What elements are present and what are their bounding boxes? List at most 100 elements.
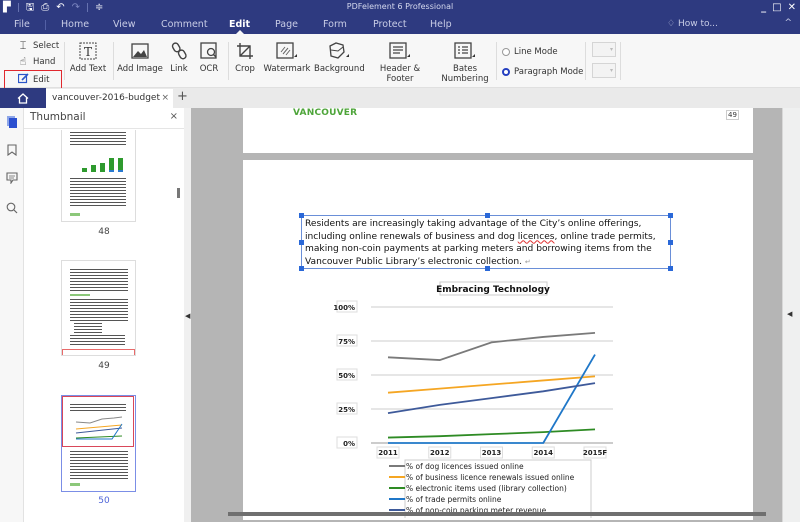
divider (585, 42, 586, 80)
horizontal-scrollbar[interactable] (228, 512, 766, 516)
tab-protect[interactable]: Protect (373, 19, 407, 30)
thumbnail-text-block (70, 269, 128, 291)
close-tab-icon[interactable]: × (161, 89, 169, 107)
resize-handle[interactable] (299, 266, 304, 271)
paragraph-text[interactable]: Residents are increasingly taking advant… (302, 216, 670, 268)
vancouver-logo: VANCOUVER (293, 108, 358, 118)
tab-edit[interactable]: Edit (229, 19, 250, 30)
x-tick-label: 2015F (583, 449, 607, 457)
thumbnail-panel-header: Thumbnail × (24, 108, 184, 129)
bates-numbering-button[interactable]: Bates Numbering (441, 40, 489, 84)
bates-numbering-label: Bates Numbering (441, 64, 489, 84)
resize-handle[interactable] (299, 213, 304, 218)
close-panel-icon[interactable]: × (170, 111, 178, 122)
resize-handle[interactable] (668, 213, 673, 218)
header-footer-icon (368, 40, 432, 62)
how-to-button[interactable]: ♢ How to... (667, 19, 718, 29)
hand-icon: ☝ (19, 55, 27, 68)
watermark-button[interactable]: Watermark (262, 40, 312, 74)
thumbnail-page-48[interactable] (61, 130, 136, 222)
crop-label: Crop (235, 64, 255, 74)
close-icon[interactable]: ✕ (788, 0, 796, 15)
page-50: Residents are increasingly taking advant… (243, 160, 753, 520)
thumbnail-text-block (70, 451, 128, 479)
pdfelement-window: ▛ 🖫 ⎙ ↶ ↷ ≑ PDFelement 6 Professional _ … (0, 0, 800, 522)
tab-page[interactable]: Page (275, 19, 298, 30)
thumbnail-panel-title: Thumbnail (30, 111, 86, 123)
y-tick-label: 50% (338, 372, 355, 380)
resize-handle[interactable] (668, 266, 673, 271)
tab-view[interactable]: View (113, 19, 136, 30)
background-label: Background (314, 64, 365, 74)
collapse-ribbon-button[interactable]: ^ (784, 18, 792, 28)
maximize-icon[interactable]: □ (772, 0, 781, 15)
tab-comment[interactable]: Comment (161, 19, 208, 30)
document-tab-title: vancouver-2016-budget (52, 93, 160, 103)
add-text-button[interactable]: T Add Text (68, 40, 108, 74)
link-button[interactable]: Link (166, 40, 192, 74)
divider (113, 42, 114, 80)
alignment-dropdown[interactable]: ▾ (592, 42, 616, 57)
radio-checked-icon (502, 68, 510, 76)
thumbnail-page-50[interactable] (61, 395, 136, 492)
comment-icon[interactable] (6, 172, 18, 184)
y-tick-label: 25% (338, 406, 355, 414)
resize-handle[interactable] (299, 240, 304, 245)
tab-form[interactable]: Form (323, 19, 347, 30)
hand-label: Hand (33, 56, 56, 67)
spacing-dropdown[interactable]: ▾ (592, 63, 616, 78)
thumbnail-scrollbar[interactable] (177, 188, 180, 198)
resize-handle[interactable] (485, 213, 490, 218)
resize-handle[interactable] (485, 266, 490, 271)
page-number: 49 (726, 110, 739, 120)
minimize-icon[interactable]: _ (761, 0, 766, 15)
hand-tool[interactable]: ☝ Hand (17, 55, 56, 68)
crop-icon (233, 40, 257, 62)
thumbnail-page-49[interactable] (61, 260, 136, 356)
home-icon (17, 92, 29, 104)
tab-file[interactable]: File (14, 19, 30, 30)
misspelled-word[interactable]: licences (518, 232, 555, 242)
tab-home[interactable]: Home (61, 19, 89, 30)
chart-title: Embracing Technology (436, 285, 550, 295)
crop-button[interactable]: Crop (233, 40, 257, 74)
editable-text-box[interactable]: Residents are increasingly taking advant… (299, 213, 673, 271)
ocr-label: OCR (199, 64, 219, 74)
thumbnail-text-block (70, 299, 128, 321)
new-tab-button[interactable]: + (177, 89, 188, 104)
add-image-button[interactable]: Add Image (117, 40, 163, 74)
home-tab[interactable] (0, 88, 46, 108)
divider (496, 42, 497, 80)
background-button[interactable]: Background (314, 40, 365, 74)
page-49: VANCOUVER 49 (243, 108, 753, 153)
bates-numbering-icon (441, 40, 489, 62)
resize-handle[interactable] (668, 240, 673, 245)
line-mode-radio[interactable]: Line Mode (502, 47, 558, 57)
thumbnail-list (74, 323, 102, 333)
x-tick-label: 2011 (378, 449, 398, 457)
thumbnail-panel-icon[interactable] (6, 116, 18, 128)
thumbnail-page-number: 48 (98, 227, 110, 237)
lightbulb-icon: ♢ (667, 19, 676, 29)
y-tick-label: 75% (338, 338, 355, 346)
svg-text:T: T (84, 45, 92, 59)
expand-right-arrow-icon[interactable]: ◀ (787, 310, 792, 318)
select-tool[interactable]: ⌶ Select (17, 39, 60, 53)
line-mode-label: Line Mode (514, 47, 558, 57)
search-icon[interactable] (6, 202, 18, 214)
panel-splitter[interactable]: ◀ (184, 108, 191, 522)
document-tab[interactable]: vancouver-2016-budget × (46, 89, 173, 108)
paragraph-mode-radio[interactable]: Paragraph Mode (502, 67, 583, 77)
bookmark-icon[interactable] (6, 144, 18, 156)
y-tick-label: 0% (343, 440, 355, 448)
ocr-button[interactable]: OCR (196, 40, 222, 74)
image-icon (117, 40, 163, 62)
thumbnail-bar-chart (80, 152, 126, 172)
left-sidebar-rail (0, 108, 24, 522)
thumbnail-logo (70, 483, 80, 486)
collapse-left-arrow-icon[interactable]: ◀ (185, 312, 190, 320)
divider (64, 42, 65, 80)
header-footer-button[interactable]: Header & Footer (368, 40, 432, 84)
window-controls: _ □ ✕ (761, 0, 796, 15)
tab-help[interactable]: Help (430, 19, 452, 30)
